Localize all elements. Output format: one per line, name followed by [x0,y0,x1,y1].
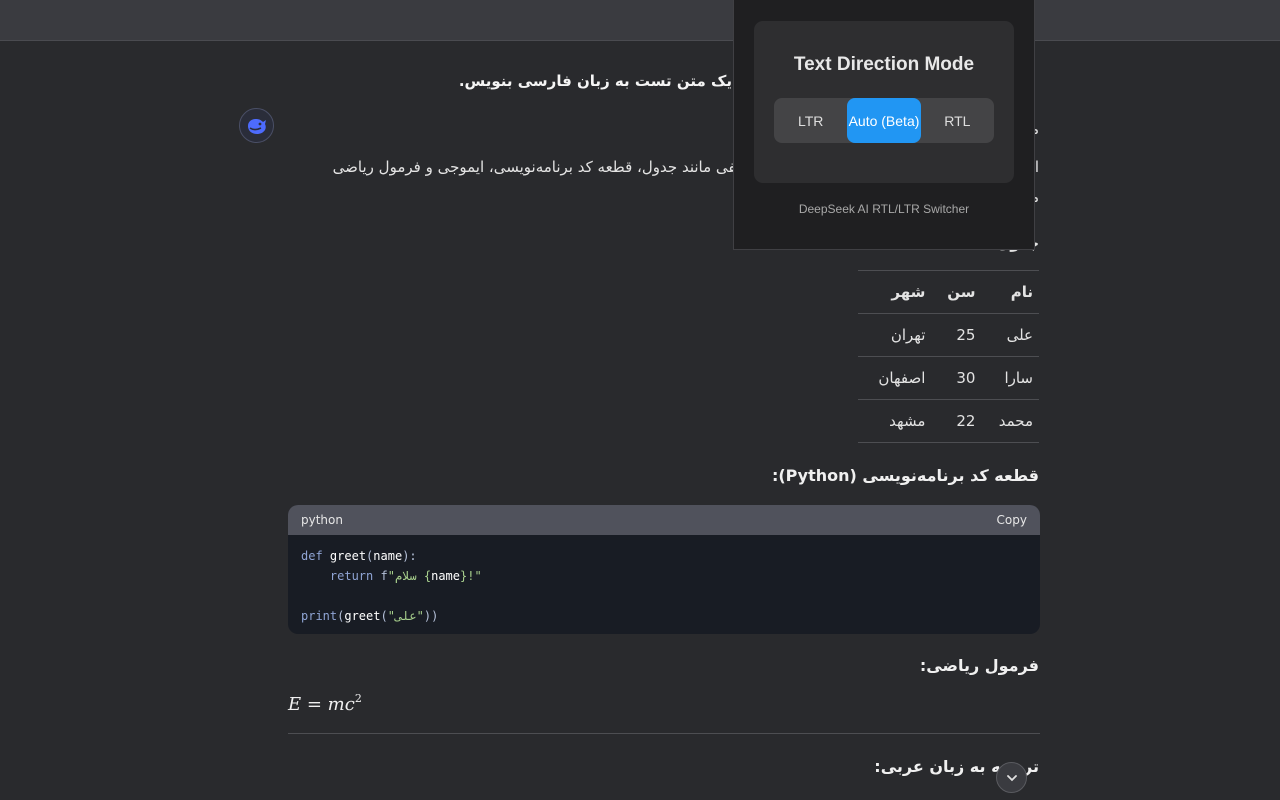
table-row: علی 25 تهران [858,313,1039,357]
table-cell: علی [981,313,1039,357]
popup-title: Text Direction Mode [793,54,975,75]
table-cell: 30 [931,356,982,400]
popup-footer: DeepSeek AI RTL/LTR Switcher [798,202,970,216]
table-header-cell: شهر [858,270,932,314]
mode-rtl-button[interactable]: RTL [921,98,994,143]
data-table: نام سن شهر علی 25 تهران سارا 30 اصفهان م… [858,270,1039,443]
chevron-down-icon [1006,774,1017,781]
table-cell: مشهد [858,399,932,443]
table-cell: سارا [981,356,1039,400]
table-cell: اصفهان [858,356,932,400]
table-header-cell: نام [981,270,1039,314]
copy-button[interactable]: Copy [997,513,1027,527]
code-language-label: python [301,513,343,527]
code-heading: قطعه کد برنامه‌نویسی (Python): [771,466,1039,485]
top-bar [0,0,1280,41]
formula-exponent: 2 [354,692,362,705]
table-cell: محمد [981,399,1039,443]
table-header-cell: سن [931,270,982,314]
table-header-row: نام سن شهر [858,270,1039,314]
code-header: python Copy [288,505,1040,535]
text-direction-popup: Text Direction Mode LTR Auto (Beta) RTL … [733,0,1035,250]
mode-ltr-button[interactable]: LTR [774,98,847,143]
math-formula: E = mc2 [288,692,362,715]
math-heading: فرمول ریاضی: [919,656,1039,675]
direction-mode-toggle: LTR Auto (Beta) RTL [774,98,994,143]
user-message: یک متن تست به زبان فارسی بنویس. [458,72,732,90]
table-cell: 22 [931,399,982,443]
scroll-down-button[interactable] [996,762,1027,793]
table-cell: 25 [931,313,982,357]
table-row: محمد 22 مشهد [858,399,1039,443]
table-row: سارا 30 اصفهان [858,356,1039,400]
popup-card: Text Direction Mode LTR Auto (Beta) RTL [754,21,1014,183]
table-cell: تهران [858,313,932,357]
code-content: def greet(name): return f"سلام {name}!" … [301,549,482,623]
deepseek-avatar [239,108,274,143]
mode-auto-button[interactable]: Auto (Beta) [847,98,921,143]
formula-base: E = mc [288,694,355,715]
code-block: python Copy def greet(name): return f"سل… [288,505,1040,634]
deepseek-whale-icon [247,118,266,134]
section-divider [288,733,1040,734]
